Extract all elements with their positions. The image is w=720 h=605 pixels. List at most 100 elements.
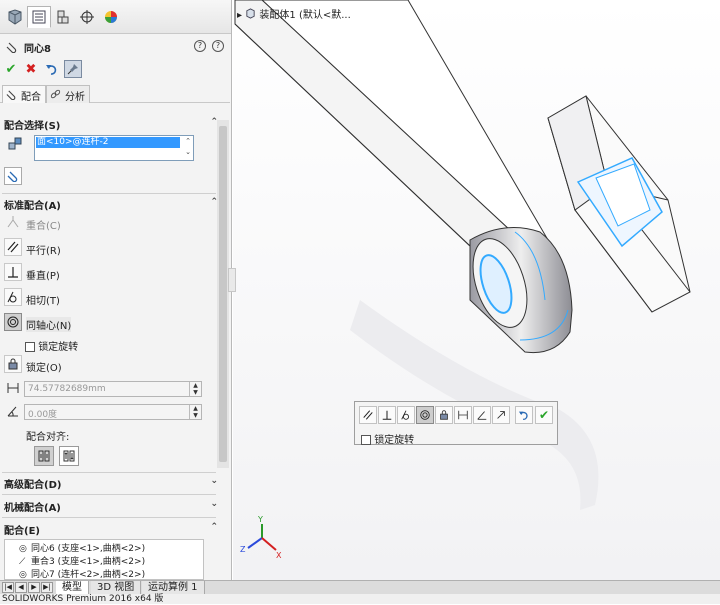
featuremanager-icon[interactable]	[3, 6, 27, 28]
panel-splitter[interactable]	[228, 268, 236, 292]
ok-button[interactable]: ✔	[2, 60, 20, 78]
list-item[interactable]: ⟋ 重合3 (支座<1>,曲柄<2>)	[19, 554, 146, 567]
ctx-lock-rotation-label: 锁定旋转	[374, 435, 415, 446]
help-q-icon[interactable]: ?	[194, 40, 206, 52]
angle-icon[interactable]	[473, 406, 491, 424]
mates-list[interactable]: ◎ 同心6 (支座<1>,曲柄<2>) ⟋ 重合3 (支座<1>,曲柄<2>) ◎ 同…	[4, 539, 204, 580]
advanced-mates-title: 高级配合(D)	[4, 480, 62, 491]
tab-mates[interactable]: 配合	[2, 85, 46, 103]
page-title: 同心8	[24, 44, 51, 55]
tangent-label: 相切(T)	[26, 296, 60, 307]
pin-button[interactable]	[64, 60, 82, 78]
advanced-mates-header[interactable]: 高级配合(D) ⌄	[4, 476, 218, 491]
lock-rotation-label: 锁定旋转	[38, 342, 79, 353]
distance-field[interactable]: 74.57782689mm ▲ ▼	[24, 381, 202, 397]
anti-aligned-button[interactable]	[59, 446, 79, 466]
list-item[interactable]: 面<10>@连杆-2	[36, 137, 180, 148]
mate-clip-icon	[7, 171, 18, 182]
next-tab-icon[interactable]: ▶	[28, 582, 40, 593]
undo-icon[interactable]	[515, 406, 533, 424]
help-icon[interactable]: ?	[212, 40, 224, 52]
chevron-up-icon: ⌃	[210, 522, 218, 532]
mates-header[interactable]: 配合(E) ⌃	[4, 522, 218, 537]
breadcrumb[interactable]: ▸ 装配体1 (默认<默...	[237, 6, 351, 21]
standard-mates-header[interactable]: 标准配合(A) ⌃	[4, 197, 218, 212]
multiple-mate-button[interactable]	[4, 167, 22, 185]
parallel-option[interactable]: 平行(R)	[4, 238, 214, 258]
tangent-icon[interactable]	[397, 406, 415, 424]
triad-z-label: Z	[240, 545, 246, 554]
mate-selections-header[interactable]: 配合选择(S) ⌃	[4, 117, 218, 132]
list-item[interactable]: ◎ 同心6 (支座<1>,曲柄<2>)	[19, 541, 145, 554]
cancel-button[interactable]: ✖	[22, 60, 40, 78]
distance-value: 74.57782689mm	[28, 384, 106, 394]
bottom-tab-bar: |◀ ◀ ▶ ▶| 模型 3D 视图 运动算例 1	[0, 580, 720, 595]
concentric-label: 同轴心(N)	[26, 317, 72, 332]
ctx-lock-rotation-checkbox[interactable]: 锁定旋转	[361, 431, 414, 446]
context-toolbar: ✔ 锁定旋转	[354, 401, 558, 446]
tab-3d-view[interactable]: 3D 视图	[91, 581, 142, 595]
alignment-label: 配合对齐:	[26, 432, 70, 443]
perpendicular-icon	[4, 263, 22, 281]
tab-model[interactable]: 模型	[56, 581, 89, 595]
lock-rotation-checkbox[interactable]: 锁定旋转	[25, 338, 78, 353]
triad-y-label: Y	[257, 515, 263, 524]
mate-clip-icon	[6, 42, 17, 53]
triad-x-label: X	[276, 551, 282, 560]
configmanager-icon[interactable]	[51, 6, 75, 28]
scrollbar[interactable]	[217, 120, 229, 468]
concentric-icon[interactable]	[416, 406, 434, 424]
display-manager-icon[interactable]	[99, 6, 123, 28]
flip-alignment-icon[interactable]	[492, 406, 510, 424]
concentric-icon: ◎	[19, 570, 27, 580]
spinner-stepper[interactable]: ▲ ▼	[189, 382, 201, 396]
undo-icon	[46, 65, 57, 75]
angle-value: 0.00度	[28, 410, 58, 420]
lock-icon[interactable]	[435, 406, 453, 424]
distance-icon[interactable]	[454, 406, 472, 424]
aligned-icon	[38, 450, 50, 462]
tab-analysis[interactable]: 分析	[46, 85, 90, 103]
checkbox-icon[interactable]	[361, 435, 371, 445]
chevron-up-icon[interactable]: ⌃	[185, 137, 191, 145]
perpendicular-icon[interactable]	[378, 406, 396, 424]
property-manager: 同心8 ? ? ✔ ✖ 配合 分析 配合选择(S) ⌃ 面<10>@连杆-2 ⌃…	[0, 0, 232, 580]
ok-check-icon[interactable]: ✔	[535, 406, 553, 424]
spinner-stepper[interactable]: ▲ ▼	[189, 405, 201, 419]
tab-mates-label: 配合	[21, 92, 41, 103]
concentric-icon	[4, 313, 22, 331]
lock-option[interactable]: 锁定(O)	[4, 355, 214, 375]
aligned-button[interactable]	[34, 446, 54, 466]
concentric-icon: ◎	[19, 544, 27, 554]
mate-selections-title: 配合选择(S)	[4, 121, 61, 132]
last-tab-icon[interactable]: ▶|	[41, 582, 53, 593]
mates-title: 配合(E)	[4, 526, 40, 537]
mate-selection-list[interactable]: 面<10>@连杆-2 ⌃ ⌄	[34, 135, 194, 161]
tab-motion-study[interactable]: 运动算例 1	[142, 581, 205, 595]
prev-tab-icon[interactable]: ◀	[15, 582, 27, 593]
tangent-option[interactable]: 相切(T)	[4, 288, 214, 308]
angle-field[interactable]: 0.00度 ▲ ▼	[24, 404, 202, 420]
mate-label: 同心7 (连杆<2>,曲柄<2>)	[31, 570, 146, 580]
parallel-icon[interactable]	[359, 406, 377, 424]
standard-mates-title: 标准配合(A)	[4, 201, 61, 212]
first-tab-icon[interactable]: |◀	[2, 582, 14, 593]
checkbox-icon[interactable]	[25, 342, 35, 352]
parallel-icon	[4, 238, 22, 256]
divider	[2, 494, 216, 495]
mechanical-mates-title: 机械配合(A)	[4, 503, 61, 514]
model-viewport[interactable]: Y Z X	[233, 0, 720, 580]
coincident-option[interactable]: 重合(C)	[4, 213, 214, 233]
graphics-area[interactable]: Y Z X ▸ 装配体1 (默认<默...	[233, 0, 720, 580]
scroll-thumb[interactable]	[219, 126, 227, 462]
perpendicular-option[interactable]: 垂直(P)	[4, 263, 214, 283]
mate-label: 重合3 (支座<1>,曲柄<2>)	[31, 557, 146, 567]
dimxpert-icon[interactable]	[75, 6, 99, 28]
tab-analysis-label: 分析	[65, 92, 85, 103]
chevron-down-icon[interactable]: ⌄	[185, 148, 191, 156]
undo-button[interactable]	[43, 60, 61, 78]
propertymanager-icon[interactable]	[27, 6, 51, 28]
concentric-option[interactable]: 同轴心(N)	[4, 313, 214, 333]
list-item[interactable]: ◎ 同心7 (连杆<2>,曲柄<2>)	[19, 567, 145, 579]
mechanical-mates-header[interactable]: 机械配合(A) ⌄	[4, 499, 218, 514]
